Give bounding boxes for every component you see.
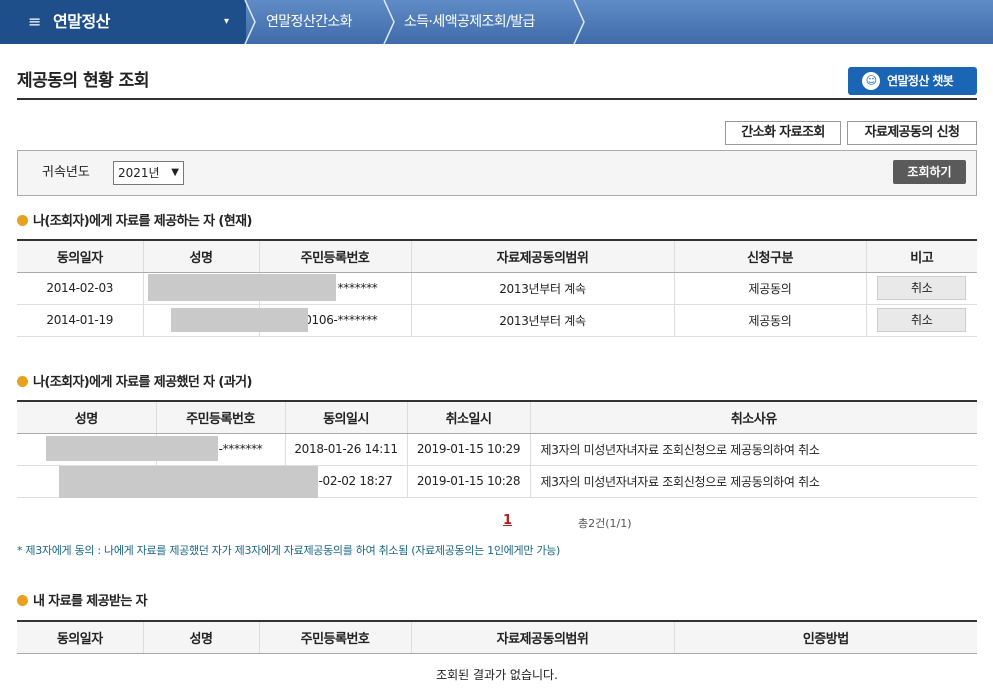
bullet-icon — [17, 595, 28, 606]
section-title-current-text: 나(조회자)에게 자료를 제공하는 자 (현재) — [33, 214, 252, 229]
simple-data-button[interactable]: 간소화 자료조회 — [725, 121, 841, 145]
search-panel: 귀속년도 2021년 ▼ 조회하기 — [17, 150, 977, 196]
column-header: 성명 — [142, 239, 259, 273]
cancel-datetime: 2019-01-15 10:28 — [406, 465, 530, 498]
year-select-value: 2021년 — [118, 166, 160, 180]
bullet-icon — [17, 376, 28, 387]
chatbot-button[interactable]: ☺ 연말정산 챗봇 — [848, 67, 977, 95]
table-header-row: 성명 주민등록번호 동의일시 취소일시 취소사유 — [17, 400, 977, 434]
column-header: 취소사유 — [529, 400, 977, 434]
consent-date: 2014-02-03 — [17, 272, 143, 305]
table-header-row: 동의일자 성명 주민등록번호 자료제공동의범위 신청구분 비고 — [17, 239, 977, 273]
column-header: 성명 — [17, 400, 156, 434]
type-cell: 제공동의 — [673, 304, 866, 337]
chatbot-icon: ☺ — [862, 72, 880, 90]
cancel-button[interactable]: 취소 — [877, 276, 967, 300]
consent-apply-button[interactable]: 자료제공동의 신청 — [847, 121, 977, 145]
column-header: 자료제공동의범위 — [410, 620, 674, 654]
section-title-past: 나(조회자)에게 자료를 제공했던 자 (과거) — [17, 375, 252, 391]
column-header: 인증방법 — [673, 620, 977, 654]
action-cell: 취소 — [865, 304, 977, 337]
column-header: 주민등록번호 — [258, 620, 411, 654]
breadcrumb-separator-icon — [573, 0, 585, 44]
action-cell: 취소 — [865, 272, 977, 305]
scope-cell: 2013년부터 계속 — [410, 272, 674, 305]
cancel-reason: 제3자의 미성년자녀자료 조회신청으로 제공동의하여 취소 — [529, 433, 977, 466]
column-header: 동의일시 — [284, 400, 407, 434]
column-header: 주민등록번호 — [155, 400, 285, 434]
menu-icon: ≡ — [28, 12, 42, 31]
table-header-row: 동의일자 성명 주민등록번호 자료제공동의범위 인증방법 — [17, 620, 977, 654]
cancel-reason: 제3자의 미성년자녀자료 조회신청으로 제공동의하여 취소 — [529, 465, 977, 498]
menu-title: 연말정산 — [53, 12, 110, 31]
column-header: 성명 — [142, 620, 259, 654]
redaction-mask — [148, 274, 336, 301]
cancel-datetime: 2019-01-15 10:29 — [406, 433, 530, 466]
total-count: 총2건(1/1) — [578, 517, 632, 530]
chatbot-label: 연말정산 챗봇 — [887, 74, 954, 88]
scope-cell: 2013년부터 계속 — [410, 304, 674, 337]
column-header: 동의일자 — [17, 620, 143, 654]
redaction-mask — [59, 466, 318, 498]
section-title-receivers-text: 내 자료를 제공받는 자 — [33, 594, 148, 609]
chevron-down-icon: ▾ — [224, 16, 230, 27]
column-header: 취소일시 — [406, 400, 530, 434]
breadcrumb-separator-icon — [383, 0, 395, 44]
consent-date: 2014-01-19 — [17, 304, 143, 337]
year-select[interactable]: 2021년 ▼ — [113, 161, 184, 185]
search-button[interactable]: 조회하기 — [893, 160, 966, 184]
bullet-icon — [17, 215, 28, 226]
breadcrumb-separator-icon — [244, 0, 256, 44]
page-title: 제공동의 현황 조회 — [17, 71, 149, 91]
footnote: * 제3자에게 동의 : 나에게 자료를 제공했던 자가 제3자에게 자료제공동… — [17, 544, 560, 557]
top-nav-bar: ≡ 연말정산 ▾ 연말정산간소화 소득·세액공제조회/발급 — [0, 0, 993, 44]
empty-message: 조회된 결과가 없습니다. — [436, 668, 558, 682]
title-divider — [17, 98, 977, 100]
column-header: 비고 — [865, 239, 977, 273]
receivers-table: 동의일자 성명 주민등록번호 자료제공동의범위 인증방법 — [17, 620, 977, 654]
column-header: 주민등록번호 — [258, 239, 411, 273]
table-row: 2014-01-19 0106-******* 2013년부터 계속 제공동의 … — [17, 304, 977, 337]
main-menu-button[interactable]: ≡ 연말정산 ▾ — [0, 0, 246, 44]
type-cell: 제공동의 — [673, 272, 866, 305]
redaction-mask — [46, 436, 218, 461]
section-title-current: 나(조회자)에게 자료를 제공하는 자 (현재) — [17, 214, 252, 230]
breadcrumb-item-deduction[interactable]: 소득·세액공제조회/발급 — [404, 13, 535, 31]
breadcrumb-item-simple[interactable]: 연말정산간소화 — [266, 13, 353, 31]
page-link-1[interactable]: 1 — [503, 513, 512, 528]
chevron-down-icon: ▼ — [171, 167, 179, 178]
column-header: 신청구분 — [673, 239, 866, 273]
cancel-button[interactable]: 취소 — [877, 308, 967, 332]
year-label: 귀속년도 — [42, 165, 90, 180]
consent-datetime: 2018-01-26 14:11 — [284, 433, 407, 466]
section-title-receivers: 내 자료를 제공받는 자 — [17, 594, 148, 610]
section-title-past-text: 나(조회자)에게 자료를 제공했던 자 (과거) — [33, 375, 252, 390]
column-header: 동의일자 — [17, 239, 143, 273]
redaction-mask — [171, 308, 308, 332]
column-header: 자료제공동의범위 — [410, 239, 674, 273]
